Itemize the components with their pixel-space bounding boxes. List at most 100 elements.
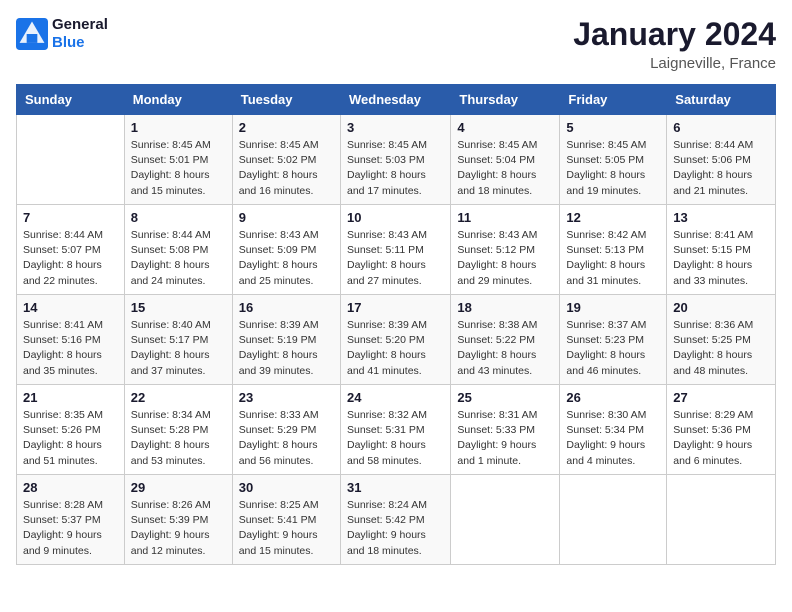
calendar-cell: 12 Sunrise: 8:42 AM Sunset: 5:13 PM Dayli… <box>560 205 667 295</box>
day-info: Sunrise: 8:44 AM Sunset: 5:08 PM Dayligh… <box>131 228 226 289</box>
day-info: Sunrise: 8:29 AM Sunset: 5:36 PM Dayligh… <box>673 408 769 469</box>
day-number: 31 <box>347 480 444 495</box>
day-info: Sunrise: 8:44 AM Sunset: 5:07 PM Dayligh… <box>23 228 118 289</box>
calendar-cell: 30 Sunrise: 8:25 AM Sunset: 5:41 PM Dayli… <box>232 475 340 565</box>
day-number: 24 <box>347 390 444 405</box>
day-number: 30 <box>239 480 334 495</box>
calendar-week-row: 14 Sunrise: 8:41 AM Sunset: 5:16 PM Dayli… <box>17 295 776 385</box>
calendar-cell: 6Sunrise: 8:44 AM Sunset: 5:06 PM Daylig… <box>667 115 776 205</box>
day-number: 7 <box>23 210 118 225</box>
day-number: 12 <box>566 210 660 225</box>
calendar-cell: 3 Sunrise: 8:45 AM Sunset: 5:03 PM Daylig… <box>340 115 450 205</box>
calendar-cell: 23 Sunrise: 8:33 AM Sunset: 5:29 PM Dayli… <box>232 385 340 475</box>
calendar-cell <box>667 475 776 565</box>
calendar-cell: 16Sunrise: 8:39 AM Sunset: 5:19 PM Dayli… <box>232 295 340 385</box>
calendar-week-row: 21 Sunrise: 8:35 AM Sunset: 5:26 PM Dayli… <box>17 385 776 475</box>
col-header-saturday: Saturday <box>667 85 776 115</box>
day-info: Sunrise: 8:33 AM Sunset: 5:29 PM Dayligh… <box>239 408 334 469</box>
day-number: 22 <box>131 390 226 405</box>
calendar-cell: 25 Sunrise: 8:31 AM Sunset: 5:33 PM Dayli… <box>451 385 560 475</box>
calendar-cell: 14 Sunrise: 8:41 AM Sunset: 5:16 PM Dayli… <box>17 295 125 385</box>
calendar-cell: 24 Sunrise: 8:32 AM Sunset: 5:31 PM Dayli… <box>340 385 450 475</box>
calendar-cell: 17Sunrise: 8:39 AM Sunset: 5:20 PM Dayli… <box>340 295 450 385</box>
day-number: 14 <box>23 300 118 315</box>
day-info: Sunrise: 8:41 AM Sunset: 5:16 PM Dayligh… <box>23 318 118 379</box>
page-header: General Blue January 2024 Laigneville, F… <box>16 16 776 72</box>
day-info: Sunrise: 8:30 AM Sunset: 5:34 PM Dayligh… <box>566 408 660 469</box>
day-info: Sunrise: 8:37 AM Sunset: 5:23 PM Dayligh… <box>566 318 660 379</box>
calendar-cell: 1 Sunrise: 8:45 AM Sunset: 5:01 PM Daylig… <box>124 115 232 205</box>
day-info: Sunrise: 8:28 AM Sunset: 5:37 PM Dayligh… <box>23 498 118 559</box>
month-title: January 2024 <box>573 16 776 53</box>
day-info: Sunrise: 8:39 AM Sunset: 5:20 PM Dayligh… <box>347 318 444 379</box>
day-number: 18 <box>457 300 553 315</box>
day-info: Sunrise: 8:45 AM Sunset: 5:03 PM Dayligh… <box>347 138 444 199</box>
day-number: 25 <box>457 390 553 405</box>
day-info: Sunrise: 8:42 AM Sunset: 5:13 PM Dayligh… <box>566 228 660 289</box>
calendar-cell: 26 Sunrise: 8:30 AM Sunset: 5:34 PM Dayli… <box>560 385 667 475</box>
calendar-table: SundayMondayTuesdayWednesdayThursdayFrid… <box>16 84 776 565</box>
day-info: Sunrise: 8:24 AM Sunset: 5:42 PM Dayligh… <box>347 498 444 559</box>
day-info: Sunrise: 8:45 AM Sunset: 5:04 PM Dayligh… <box>457 138 553 199</box>
calendar-cell: 10Sunrise: 8:43 AM Sunset: 5:11 PM Dayli… <box>340 205 450 295</box>
calendar-header-row: SundayMondayTuesdayWednesdayThursdayFrid… <box>17 85 776 115</box>
day-number: 15 <box>131 300 226 315</box>
logo-text: General Blue <box>52 16 108 52</box>
day-number: 6 <box>673 120 769 135</box>
day-number: 10 <box>347 210 444 225</box>
col-header-wednesday: Wednesday <box>340 85 450 115</box>
location: Laigneville, France <box>573 55 776 72</box>
calendar-week-row: 28 Sunrise: 8:28 AM Sunset: 5:37 PM Dayli… <box>17 475 776 565</box>
day-info: Sunrise: 8:31 AM Sunset: 5:33 PM Dayligh… <box>457 408 553 469</box>
calendar-cell <box>451 475 560 565</box>
col-header-sunday: Sunday <box>17 85 125 115</box>
day-number: 1 <box>131 120 226 135</box>
calendar-cell: 13Sunrise: 8:41 AM Sunset: 5:15 PM Dayli… <box>667 205 776 295</box>
day-info: Sunrise: 8:26 AM Sunset: 5:39 PM Dayligh… <box>131 498 226 559</box>
calendar-cell: 2Sunrise: 8:45 AM Sunset: 5:02 PM Daylig… <box>232 115 340 205</box>
calendar-cell: 8 Sunrise: 8:44 AM Sunset: 5:08 PM Daylig… <box>124 205 232 295</box>
day-number: 5 <box>566 120 660 135</box>
calendar-cell: 18Sunrise: 8:38 AM Sunset: 5:22 PM Dayli… <box>451 295 560 385</box>
day-number: 26 <box>566 390 660 405</box>
col-header-thursday: Thursday <box>451 85 560 115</box>
col-header-monday: Monday <box>124 85 232 115</box>
day-number: 23 <box>239 390 334 405</box>
calendar-cell: 7 Sunrise: 8:44 AM Sunset: 5:07 PM Daylig… <box>17 205 125 295</box>
day-number: 21 <box>23 390 118 405</box>
day-info: Sunrise: 8:34 AM Sunset: 5:28 PM Dayligh… <box>131 408 226 469</box>
calendar-cell: 20Sunrise: 8:36 AM Sunset: 5:25 PM Dayli… <box>667 295 776 385</box>
col-header-tuesday: Tuesday <box>232 85 340 115</box>
calendar-week-row: 7 Sunrise: 8:44 AM Sunset: 5:07 PM Daylig… <box>17 205 776 295</box>
logo-icon <box>16 18 48 50</box>
day-number: 27 <box>673 390 769 405</box>
day-info: Sunrise: 8:45 AM Sunset: 5:05 PM Dayligh… <box>566 138 660 199</box>
calendar-cell: 11 Sunrise: 8:43 AM Sunset: 5:12 PM Dayli… <box>451 205 560 295</box>
day-number: 28 <box>23 480 118 495</box>
day-number: 16 <box>239 300 334 315</box>
calendar-cell <box>17 115 125 205</box>
day-number: 19 <box>566 300 660 315</box>
day-number: 11 <box>457 210 553 225</box>
day-info: Sunrise: 8:45 AM Sunset: 5:01 PM Dayligh… <box>131 138 226 199</box>
day-number: 13 <box>673 210 769 225</box>
day-number: 2 <box>239 120 334 135</box>
calendar-cell: 21 Sunrise: 8:35 AM Sunset: 5:26 PM Dayli… <box>17 385 125 475</box>
calendar-cell: 5 Sunrise: 8:45 AM Sunset: 5:05 PM Daylig… <box>560 115 667 205</box>
day-number: 3 <box>347 120 444 135</box>
day-info: Sunrise: 8:40 AM Sunset: 5:17 PM Dayligh… <box>131 318 226 379</box>
calendar-cell: 22 Sunrise: 8:34 AM Sunset: 5:28 PM Dayli… <box>124 385 232 475</box>
day-info: Sunrise: 8:25 AM Sunset: 5:41 PM Dayligh… <box>239 498 334 559</box>
day-info: Sunrise: 8:35 AM Sunset: 5:26 PM Dayligh… <box>23 408 118 469</box>
col-header-friday: Friday <box>560 85 667 115</box>
logo: General Blue <box>16 16 108 52</box>
calendar-cell: 15 Sunrise: 8:40 AM Sunset: 5:17 PM Dayli… <box>124 295 232 385</box>
calendar-cell: 19 Sunrise: 8:37 AM Sunset: 5:23 PM Dayli… <box>560 295 667 385</box>
day-number: 8 <box>131 210 226 225</box>
calendar-cell <box>560 475 667 565</box>
day-number: 20 <box>673 300 769 315</box>
calendar-cell: 4Sunrise: 8:45 AM Sunset: 5:04 PM Daylig… <box>451 115 560 205</box>
calendar-cell: 27 Sunrise: 8:29 AM Sunset: 5:36 PM Dayli… <box>667 385 776 475</box>
day-info: Sunrise: 8:43 AM Sunset: 5:12 PM Dayligh… <box>457 228 553 289</box>
day-info: Sunrise: 8:32 AM Sunset: 5:31 PM Dayligh… <box>347 408 444 469</box>
